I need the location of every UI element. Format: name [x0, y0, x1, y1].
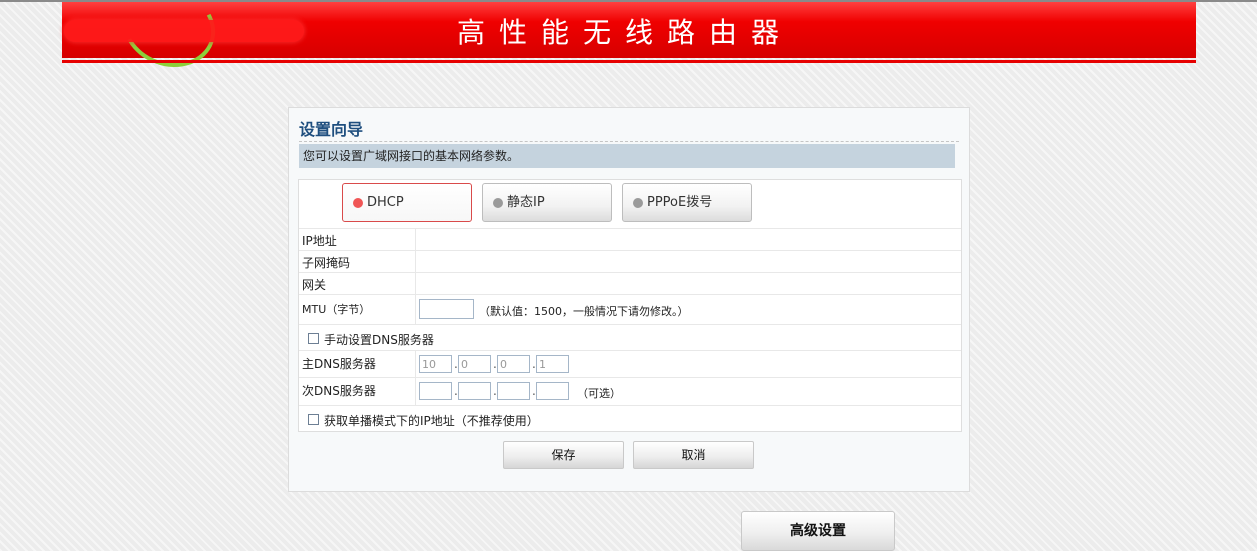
tab-static-ip[interactable]: 静态IP [482, 183, 612, 222]
primary-dns-octet-1[interactable] [419, 355, 452, 373]
radio-dot-icon [633, 198, 643, 208]
unicast-label: 获取单播模式下的IP地址（不推荐使用） [324, 414, 539, 428]
mtu-input[interactable] [419, 299, 474, 319]
primary-dns-octet-3[interactable] [497, 355, 530, 373]
advanced-settings-button[interactable]: 高级设置 [741, 511, 895, 551]
mtu-label: MTU（字节） [302, 303, 371, 316]
column-divider [415, 378, 416, 406]
subnet-mask-label: 子网掩码 [302, 256, 351, 270]
primary-dns-octet-4[interactable] [536, 355, 569, 373]
secondary-dns-octet-1[interactable] [419, 382, 452, 400]
column-divider [415, 229, 416, 251]
column-divider [415, 351, 416, 378]
panel-title: 设置向导 [299, 120, 364, 139]
cancel-button[interactable]: 取消 [633, 441, 754, 469]
secondary-dns-octet-4[interactable] [536, 382, 569, 400]
wan-form: DHCP 静态IP PPPoE拨号 IP地址 子网掩码 网关 MTU（字节） （… [298, 179, 962, 432]
brand-logo [62, 0, 322, 80]
header-underline [62, 60, 1196, 63]
column-divider [415, 251, 416, 273]
mtu-row: MTU（字节） （默认值：1500，一般情况下请勿修改。） [299, 294, 961, 325]
radio-dot-icon [353, 198, 363, 208]
setup-wizard-panel: 设置向导 您可以设置广域网接口的基本网络参数。 DHCP 静态IP PPPoE拨… [288, 107, 970, 492]
primary-dns-row: 主DNS服务器 . . . [299, 350, 961, 378]
logo-redacted-mark [64, 20, 304, 42]
gateway-label: 网关 [302, 278, 327, 292]
tab-pppoe[interactable]: PPPoE拨号 [622, 183, 752, 222]
primary-dns-label: 主DNS服务器 [302, 357, 376, 371]
secondary-dns-octet-2[interactable] [458, 382, 491, 400]
column-divider [415, 295, 416, 325]
subnet-mask-row: 子网掩码 [299, 250, 961, 273]
ip-address-label: IP地址 [302, 234, 337, 248]
tab-label: 静态IP [507, 195, 545, 210]
secondary-dns-octet-3[interactable] [497, 382, 530, 400]
mtu-note: （默认值：1500，一般情况下请勿修改。） [479, 305, 689, 318]
gateway-row: 网关 [299, 272, 961, 295]
description-bar: 您可以设置广域网接口的基本网络参数。 [299, 144, 955, 168]
column-divider [415, 273, 416, 295]
primary-dns-octet-2[interactable] [458, 355, 491, 373]
manual-dns-label: 手动设置DNS服务器 [324, 333, 434, 347]
tab-label: PPPoE拨号 [647, 195, 713, 210]
save-button[interactable]: 保存 [503, 441, 624, 469]
manual-dns-checkbox[interactable] [308, 333, 319, 344]
ip-address-row: IP地址 [299, 228, 961, 251]
manual-dns-row: 手动设置DNS服务器 [299, 324, 961, 351]
secondary-dns-row: 次DNS服务器 . . . （可选） [299, 377, 961, 406]
radio-dot-icon [493, 198, 503, 208]
tab-dhcp[interactable]: DHCP [342, 183, 472, 222]
tab-label: DHCP [367, 195, 404, 210]
title-divider [299, 141, 959, 142]
unicast-row: 获取单播模式下的IP地址（不推荐使用） [299, 405, 961, 432]
secondary-dns-label: 次DNS服务器 [302, 384, 376, 398]
header-banner: 高性能无线路由器 [62, 0, 1196, 80]
optional-note: （可选） [577, 387, 621, 400]
header-title: 高性能无线路由器 [457, 16, 794, 49]
unicast-checkbox[interactable] [308, 414, 319, 425]
